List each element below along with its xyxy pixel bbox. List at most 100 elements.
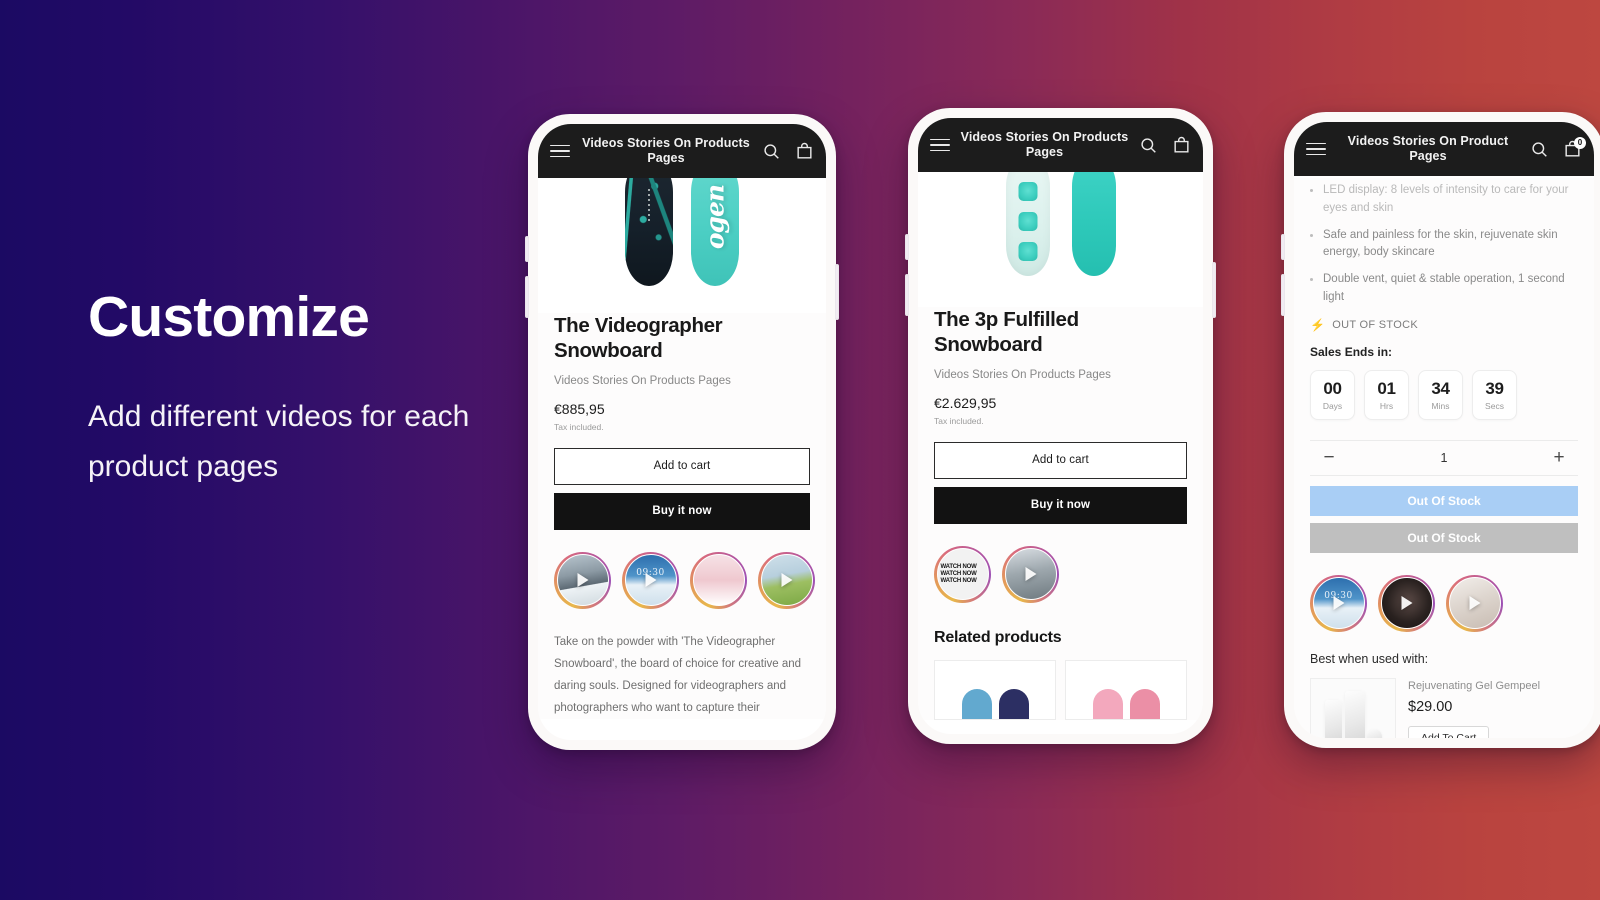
- search-icon[interactable]: [762, 142, 781, 161]
- play-icon: [1401, 596, 1412, 611]
- product-price-2: €2.629,95: [934, 394, 997, 411]
- bullet-dot: [1310, 233, 1313, 237]
- buy-it-now-button-2[interactable]: Buy it now: [934, 486, 1187, 524]
- story-item[interactable]: [690, 551, 747, 609]
- volume-down-button[interactable]: [905, 274, 909, 316]
- related-product-card[interactable]: [1065, 659, 1187, 720]
- out-of-stock-secondary-button[interactable]: Out Of Stock: [1310, 522, 1578, 553]
- cross-sell-info: Rejuvenating Gel Gempeel $29.00 Add To C…: [1408, 678, 1540, 738]
- hamburger-icon[interactable]: [1306, 142, 1326, 156]
- cross-sell-thumbnail: [1310, 677, 1396, 738]
- story-item[interactable]: [1002, 545, 1059, 603]
- story-item[interactable]: [1378, 574, 1435, 632]
- phone-screen-3: Videos Stories On Product Pages 0 LED di…: [1294, 122, 1594, 738]
- sales-countdown-label: Sales Ends in:: [1310, 344, 1393, 359]
- promo-subtitle: Add different videos for each product pa…: [88, 399, 470, 483]
- product-vendor-1: Videos Stories On Products Pages: [554, 374, 731, 387]
- bullet-dot: [1310, 278, 1313, 282]
- header-icons-2: [1139, 136, 1191, 155]
- feature-text: LED display: 8 levels of intensity to ca…: [1323, 184, 1569, 214]
- play-icon: [1469, 596, 1480, 611]
- buy-it-now-button-1[interactable]: Buy it now: [554, 492, 810, 530]
- shopping-bag-icon[interactable]: [1172, 136, 1191, 155]
- phone-screen-1: Videos Stories On Products Pages ogen Th…: [538, 124, 826, 740]
- volume-up-button[interactable]: [1281, 234, 1285, 260]
- countdown-label: Hrs: [1379, 400, 1394, 411]
- product-body-3: LED display: 8 levels of intensity to ca…: [1294, 178, 1594, 738]
- header-icons-1: [762, 142, 814, 161]
- countdown-value: 39: [1485, 378, 1504, 398]
- volume-up-button[interactable]: [905, 234, 909, 260]
- bullet-dot: [1310, 189, 1313, 192]
- out-of-stock-primary-button[interactable]: Out Of Stock: [1310, 485, 1578, 516]
- store-header-1: Videos Stories On Products Pages: [538, 124, 826, 178]
- play-icon: [1025, 567, 1036, 582]
- feature-text: Safe and painless for the skin, rejuvena…: [1323, 228, 1558, 259]
- related-product-card[interactable]: [934, 659, 1056, 720]
- tax-note-2: Tax included.: [934, 415, 984, 426]
- snowboard-dark: [625, 178, 673, 286]
- story-item[interactable]: [758, 551, 815, 609]
- story-item[interactable]: WATCH NOW WATCH NOW WATCH NOW: [934, 545, 991, 603]
- volume-down-button[interactable]: [1281, 274, 1285, 316]
- product-body-2: The 3p Fulfilled Snowboard Videos Storie…: [918, 307, 1203, 720]
- play-icon: [645, 573, 656, 588]
- promo-banner: Customize Add different videos for each …: [0, 0, 1600, 900]
- related-products-heading: Related products: [934, 628, 1062, 646]
- quantity-decrement-button[interactable]: −: [1310, 448, 1348, 467]
- countdown-unit-mins: 34 Mins: [1418, 369, 1463, 420]
- add-to-cart-button-1[interactable]: Add to cart: [554, 447, 810, 485]
- quantity-value[interactable]: 1: [1348, 451, 1540, 465]
- volume-down-button[interactable]: [525, 276, 529, 318]
- shopping-bag-icon[interactable]: 0: [1563, 136, 1586, 159]
- product-body-1: The Videographer Snowboard Videos Storie…: [538, 313, 826, 720]
- snowboard-script-text: ogen: [700, 184, 730, 249]
- search-icon[interactable]: [1139, 136, 1158, 155]
- add-to-cart-button-2[interactable]: Add to cart: [934, 441, 1187, 479]
- feature-item: LED display: 8 levels of intensity to ca…: [1310, 182, 1578, 218]
- story-item[interactable]: [554, 551, 611, 609]
- feature-item: Double vent, quiet & stable operation, 1…: [1310, 271, 1578, 307]
- countdown-label: Mins: [1431, 400, 1450, 411]
- tax-note-1: Tax included.: [554, 421, 604, 432]
- countdown-unit-days: 00 Days: [1310, 369, 1355, 420]
- cart-count-badge: 0: [1574, 136, 1586, 149]
- cross-sell-card: Rejuvenating Gel Gempeel $29.00 Add To C…: [1310, 677, 1578, 738]
- device-light: [1005, 172, 1050, 276]
- power-button[interactable]: [1212, 262, 1216, 318]
- hamburger-icon[interactable]: [930, 138, 950, 152]
- phone-mockup-2: Videos Stories On Products Pages The 3p …: [905, 108, 1216, 744]
- promo-copy: Customize Add different videos for each …: [88, 287, 508, 492]
- stock-status-text: OUT OF STOCK: [1332, 318, 1418, 331]
- story-item[interactable]: [1446, 574, 1503, 632]
- snowboard-pair-graphic: ogen: [625, 178, 739, 286]
- countdown-label: Secs: [1485, 400, 1504, 411]
- countdown-label: Days: [1322, 400, 1343, 411]
- store-title-1: Videos Stories On Products Pages: [582, 135, 750, 165]
- play-icon: [781, 573, 792, 588]
- search-icon[interactable]: [1530, 140, 1549, 159]
- store-title-2: Videos Stories On Products Pages: [960, 129, 1129, 159]
- quantity-stepper: − 1 +: [1310, 439, 1578, 476]
- product-price-1: €885,95: [554, 400, 605, 417]
- cross-sell-price: $29.00: [1408, 698, 1453, 715]
- story-item[interactable]: 09:30: [622, 551, 679, 609]
- store-header-3: Videos Stories On Product Pages 0: [1294, 122, 1594, 176]
- story-item[interactable]: 09:30: [1310, 574, 1367, 632]
- stock-status-row: ⚡ OUT OF STOCK: [1310, 319, 1578, 331]
- cross-sell-add-to-cart-button[interactable]: Add To Cart: [1408, 725, 1490, 738]
- power-button[interactable]: [835, 264, 839, 320]
- quantity-increment-button[interactable]: +: [1540, 448, 1578, 467]
- product-vendor-2: Videos Stories On Products Pages: [934, 368, 1111, 381]
- volume-up-button[interactable]: [525, 236, 529, 262]
- feature-text: Double vent, quiet & stable operation, 1…: [1323, 273, 1565, 304]
- store-header-2: Videos Stories On Products Pages: [918, 118, 1203, 172]
- best-when-used-with-label: Best when used with:: [1310, 651, 1429, 666]
- device-pair-graphic: [1005, 172, 1116, 276]
- shopping-bag-icon[interactable]: [795, 142, 814, 161]
- hamburger-icon[interactable]: [550, 144, 570, 158]
- lightning-bolt-icon: ⚡: [1310, 317, 1326, 332]
- product-description-1: Take on the powder with 'The Videographe…: [554, 635, 802, 715]
- story-circles-3: 09:30: [1310, 574, 1578, 632]
- device-teal: [1071, 172, 1116, 276]
